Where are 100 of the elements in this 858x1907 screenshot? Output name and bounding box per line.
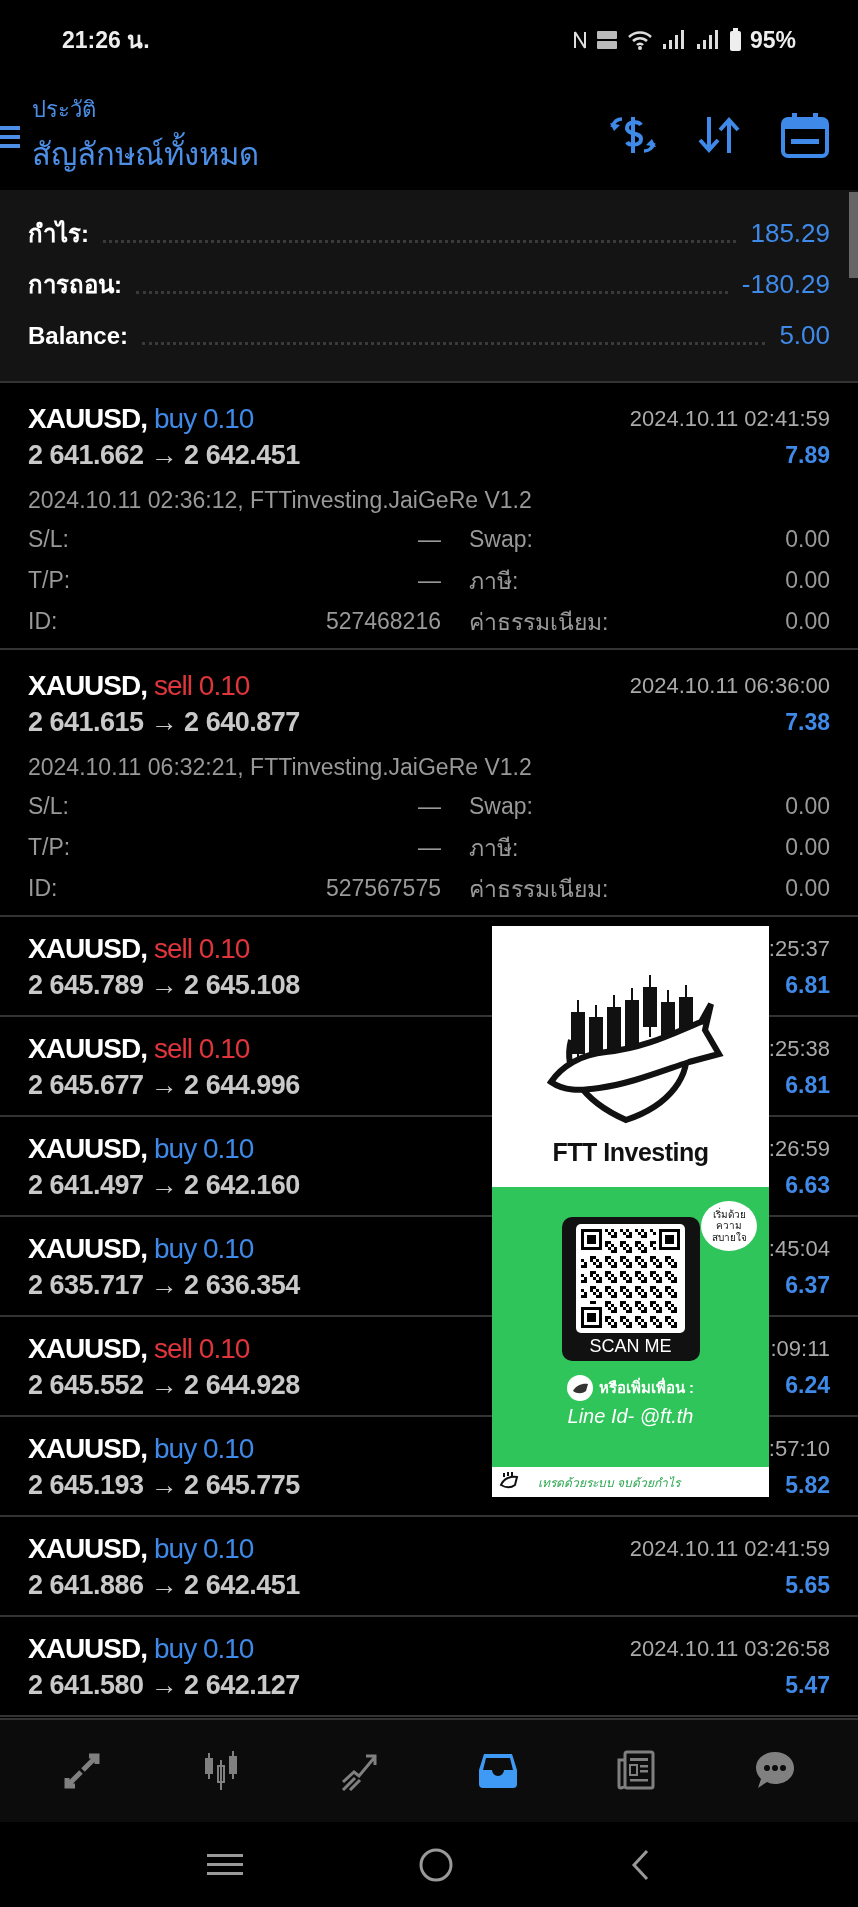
trade-profit: 6.24: [785, 1371, 830, 1399]
battery-icon: [728, 28, 742, 52]
summary-value: -180.29: [741, 269, 830, 300]
trade-profit: 5.65: [785, 1571, 830, 1599]
trade-prices: 2 645.789 → 2 645.108: [28, 969, 300, 1001]
trade-symbol: XAUUSD,: [28, 670, 147, 702]
brand-name: FTT Investing: [552, 1138, 709, 1167]
scrollbar[interactable]: [849, 192, 858, 278]
detail-value: 0.00: [784, 875, 830, 902]
detail-label: T/P:: [28, 834, 72, 861]
slogan-text: เทรดด้วยระบบ จบด้วยกำไร: [538, 1474, 681, 1492]
trade-prices: 2 641.497 → 2 642.160: [28, 1169, 300, 1201]
trade-symbol: XAUUSD,: [28, 1533, 147, 1565]
signal-icon: [660, 29, 687, 51]
detail-label: T/P:: [28, 567, 72, 594]
close-time: 2024.10.11 02:41:59: [629, 406, 830, 432]
signal-icon: [694, 29, 721, 51]
newspaper-icon[interactable]: [616, 1750, 657, 1792]
trade-prices: 2 641.886 → 2 642.451: [28, 1569, 300, 1601]
detail-value: 0.00: [784, 526, 830, 553]
trade-side: buy 0.10: [154, 1233, 254, 1265]
summary-label: กำไร:: [28, 219, 89, 249]
trade-prices: 2 645.677 → 2 644.996: [28, 1069, 300, 1101]
detail-label: ภาษี:: [469, 566, 520, 596]
trade-side: sell 0.10: [154, 933, 250, 965]
close-time: :57:10: [768, 1436, 830, 1462]
recent-apps-icon[interactable]: [207, 1851, 244, 1878]
trade-side: buy 0.10: [154, 1433, 254, 1465]
trade-prices: 2 641.615 → 2 640.877: [28, 706, 300, 738]
detail-label: ID:: [28, 608, 59, 635]
trade-prices: 2 635.717 → 2 636.354: [28, 1269, 300, 1301]
detail-value: 527567575: [324, 875, 442, 902]
detail-value: —: [417, 567, 442, 594]
trade-side: buy 0.10: [154, 1133, 254, 1165]
detail-label: S/L:: [28, 526, 70, 553]
trade-side: buy 0.10: [154, 1633, 254, 1665]
detail-label: ค่าธรรมเนียม:: [469, 874, 610, 904]
summary-label: Balance:: [28, 321, 129, 350]
trade-side: buy 0.10: [154, 403, 254, 435]
trade-symbol: XAUUSD,: [28, 1233, 147, 1265]
detail-label: S/L:: [28, 793, 70, 820]
detail-value: —: [417, 834, 442, 861]
detail-label: Swap:: [469, 793, 534, 820]
summary-value: 5.00: [779, 320, 830, 351]
detail-label: ID:: [28, 875, 59, 902]
close-time: :09:11: [770, 1336, 830, 1362]
close-time: 2024.10.11 03:26:58: [629, 1636, 830, 1662]
speech-bubble: เริ่มด้วยความ สบายใจ: [701, 1201, 757, 1251]
trade-symbol: XAUUSD,: [28, 1133, 147, 1165]
detail-value: 0.00: [784, 834, 830, 861]
add-friend-text: หรือเพิ่มเพื่อน :: [598, 1376, 695, 1398]
close-time: :26:59: [768, 1136, 830, 1162]
detail-label: ค่าธรรมเนียม:: [469, 607, 610, 637]
close-time: :25:37: [768, 936, 830, 962]
trade-side: sell 0.10: [154, 1333, 250, 1365]
trade-profit: 7.89: [785, 441, 830, 469]
trade-prices: 2 645.193 → 2 645.775: [28, 1469, 300, 1501]
trade-prices: 2 641.580 → 2 642.127: [28, 1669, 300, 1701]
nfc-icon: [572, 30, 587, 50]
clock-time: 21:26 น.: [62, 26, 150, 55]
summary-label: การถอน:: [28, 270, 122, 300]
qr-code-card[interactable]: SCAN ME: [561, 1217, 700, 1361]
close-time: 2024.10.11 06:36:00: [629, 673, 830, 699]
trade-profit: 6.63: [785, 1171, 830, 1199]
screen-title[interactable]: สัญลักษณ์ทั้งหมด: [32, 128, 259, 179]
trade-side: sell 0.10: [154, 670, 250, 702]
summary-value: 185.29: [750, 218, 830, 249]
trade-symbol: XAUUSD,: [28, 1633, 147, 1665]
calendar-icon[interactable]: [780, 111, 830, 159]
trade-prices: 2 645.552 → 2 644.928: [28, 1369, 300, 1401]
trade-profit: 5.82: [785, 1471, 830, 1499]
trade-symbol: XAUUSD,: [28, 1433, 147, 1465]
trade-side: sell 0.10: [154, 1033, 250, 1065]
trade-profit: 6.81: [785, 1071, 830, 1099]
screen-subtitle: ประวัติ: [32, 95, 97, 124]
close-time: 2024.10.11 02:41:59: [629, 1536, 830, 1562]
open-info: 2024.10.11 06:32:21, FTTinvesting.JaiGeRe V1.2: [28, 752, 533, 782]
trade-profit: 5.47: [785, 1671, 830, 1699]
trade-symbol: XAUUSD,: [28, 1333, 147, 1365]
detail-value: 527468216: [324, 608, 442, 635]
menu-icon[interactable]: [0, 124, 20, 150]
detail-label: ภาษี:: [469, 833, 520, 863]
trade-prices: 2 641.662 → 2 642.451: [28, 439, 300, 471]
detail-value: 0.00: [784, 608, 830, 635]
detail-value: 0.00: [784, 793, 830, 820]
trade-symbol: XAUUSD,: [28, 933, 147, 965]
detail-value: 0.00: [784, 567, 830, 594]
line-id-text: Line Id- @ft.th: [567, 1405, 694, 1428]
home-icon[interactable]: [418, 1846, 454, 1883]
battery-level: 95%: [749, 26, 796, 54]
trade-side: buy 0.10: [154, 1533, 254, 1565]
detail-value: —: [417, 793, 442, 820]
detail-value: —: [417, 526, 442, 553]
open-info: 2024.10.11 02:36:12, FTTinvesting.JaiGeRe V1.2: [28, 485, 533, 515]
wifi-icon: [626, 29, 653, 51]
close-time: :25:38: [768, 1036, 830, 1062]
trade-symbol: XAUUSD,: [28, 1033, 147, 1065]
trade-profit: 6.81: [785, 971, 830, 999]
detail-label: Swap:: [469, 526, 534, 553]
trade-profit: 6.37: [785, 1271, 830, 1299]
